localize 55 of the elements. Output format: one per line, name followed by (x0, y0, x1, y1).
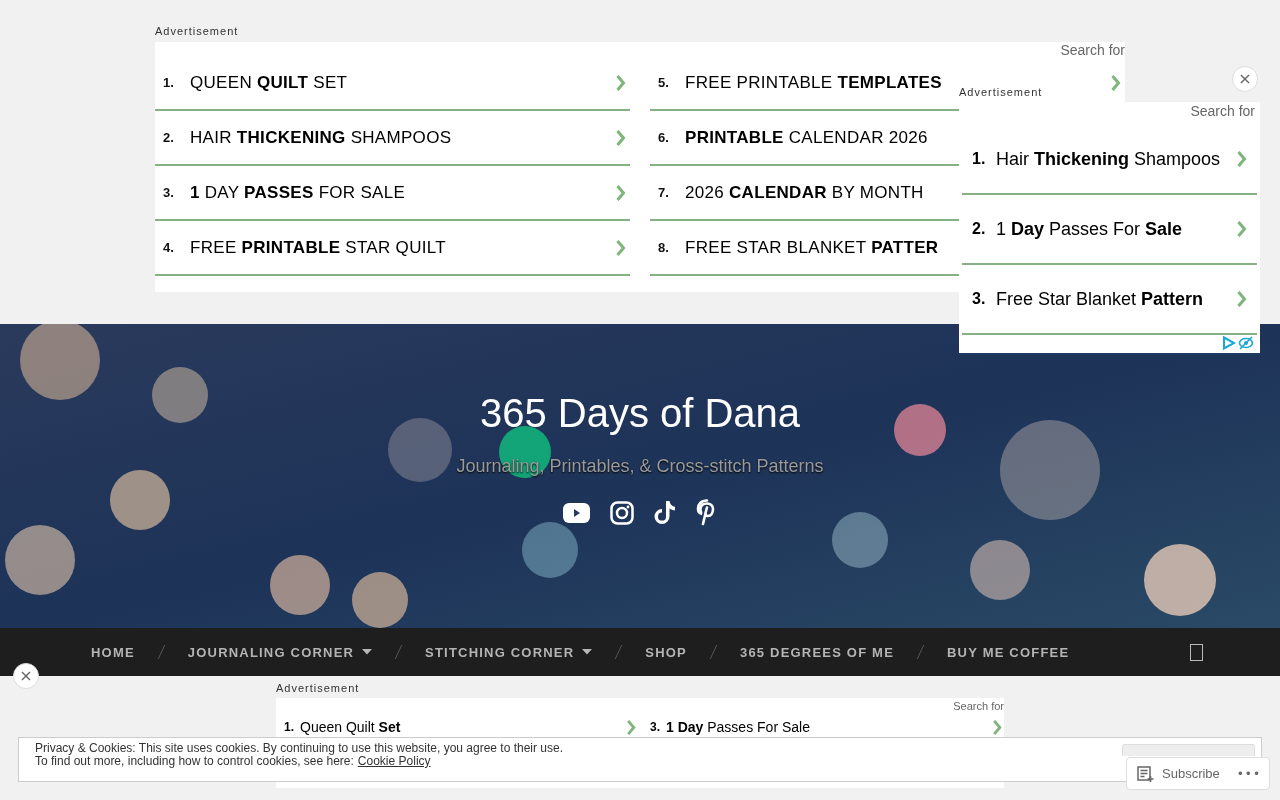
site-title[interactable]: 365 Days of Dana (479, 388, 801, 438)
item-number: 1. (284, 720, 295, 734)
search-for-label: Search for (1060, 42, 1125, 58)
item-number: 2. (972, 220, 987, 238)
ad-label: Advertisement (276, 681, 360, 695)
chevron-icon (1236, 151, 1247, 167)
chevron-icon (1236, 221, 1247, 237)
chevron-icon (626, 719, 636, 735)
item-number: 2. (163, 130, 175, 145)
item-number: 6. (658, 130, 670, 145)
ad-link[interactable]: Free Star Blanket Pattern (996, 288, 1204, 310)
item-number: 3. (650, 720, 661, 734)
ad-link[interactable]: 1 Day Passes For Sale (996, 218, 1183, 240)
ad-link[interactable]: Hair Thickening Shampoos (996, 148, 1221, 170)
reader-icon (1137, 765, 1154, 782)
nav-link[interactable]: JOURNALING CORNER (187, 644, 373, 660)
more-button[interactable]: ••• (1236, 766, 1261, 781)
cookie-policy-link[interactable]: Cookie Policy (357, 755, 431, 768)
ad-choices-icon[interactable] (1222, 336, 1254, 350)
ad-link[interactable]: 2026 CALENDAR BY MONTH (685, 182, 924, 203)
nav-link[interactable]: 365 DEGREES OF ME (739, 644, 895, 660)
item-number: 8. (658, 240, 670, 255)
search-for-label: Search for (953, 700, 1004, 712)
ad-link[interactable]: FREE PRINTABLE TEMPLATES (685, 72, 942, 93)
nav-link[interactable]: HOME (91, 644, 135, 660)
ad-link[interactable]: 1 DAY PASSES FOR SALE (190, 182, 406, 203)
ad-link[interactable]: FREE PRINTABLE STAR QUILT (190, 237, 446, 258)
cookie-text: To find out more, including how to control cookies, see here: (35, 755, 354, 768)
item-number: 4. (163, 240, 175, 255)
tiktok-icon[interactable] (653, 500, 676, 525)
cookie-text: Privacy & Cookies: This site uses cookies. By continuing to use this website, you agree to their use. (35, 742, 564, 755)
ad-label: Advertisement (155, 24, 239, 38)
ad-link[interactable]: 1 Day Passes For Sale (666, 719, 810, 735)
ad-link[interactable]: FREE STAR BLANKET PATTER (685, 237, 939, 258)
chevron-icon (992, 719, 1002, 735)
item-number: 3. (972, 290, 987, 308)
chevron-icon (1236, 291, 1247, 307)
item-number: 7. (658, 185, 670, 200)
item-number: 3. (163, 185, 175, 200)
close-button[interactable]: × (1232, 66, 1258, 92)
search-for-label: Search for (1190, 103, 1255, 119)
ad-link[interactable]: HAIR THICKENING SHAMPOOS (190, 127, 452, 148)
nav-link[interactable]: STITCHING CORNER (425, 644, 593, 660)
ad-link[interactable]: Queen Quilt Set (300, 719, 401, 735)
nav-link[interactable]: SHOP (645, 644, 687, 660)
item-number: 5. (658, 75, 670, 90)
subscribe-button[interactable]: Subscribe (1127, 765, 1220, 782)
nav-link[interactable]: BUY ME COFFEE (947, 644, 1070, 660)
instagram-icon[interactable] (609, 500, 634, 525)
ad-link[interactable]: PRINTABLE CALENDAR 2026 (685, 127, 928, 148)
square-icon[interactable] (1190, 643, 1203, 661)
ad-link[interactable]: QUEEN QUILT SET (190, 72, 348, 93)
ad-label: Advertisement (959, 85, 1043, 99)
item-number: 1. (972, 150, 987, 168)
item-number: 1. (163, 75, 175, 90)
